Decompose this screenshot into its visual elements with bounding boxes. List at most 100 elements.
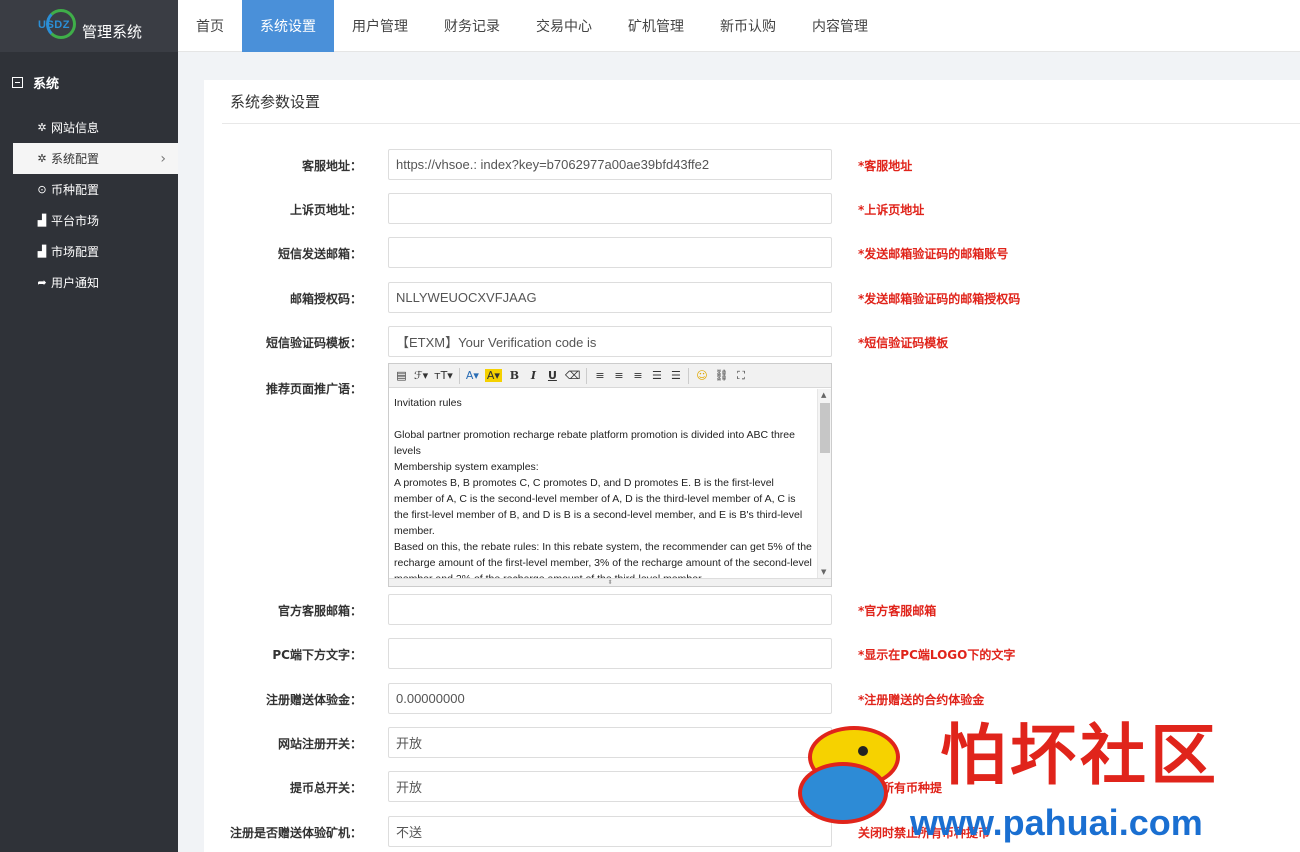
field-label: 官方客服邮箱： bbox=[277, 604, 362, 618]
font-family-icon[interactable]: ℱ▾ bbox=[414, 369, 428, 382]
bar-chart-icon: ▟ bbox=[37, 245, 47, 258]
scroll-down-icon[interactable]: ▼ bbox=[821, 568, 826, 576]
sidebar: USDZ 管理系统 系统 ✲ 网站信息 ✲ 系统配置 › ⊙ 币种配置 ▟ 平台市场 ▟… bbox=[0, 0, 178, 852]
collapse-icon bbox=[12, 76, 23, 88]
resize-handle[interactable]: ⬍ bbox=[389, 578, 831, 586]
share-icon: ➦ bbox=[37, 276, 47, 289]
align-center-icon[interactable]: ≡ bbox=[612, 369, 625, 382]
circle-dot-icon: ⊙ bbox=[37, 183, 47, 196]
align-left-icon[interactable]: ≡ bbox=[593, 369, 606, 382]
align-right-icon[interactable]: ≡ bbox=[631, 369, 644, 382]
sidebar-item-market-config[interactable]: ▟ 市场配置 bbox=[0, 236, 178, 267]
bar-chart-icon: ▟ bbox=[37, 214, 47, 227]
toolbar-divider bbox=[688, 367, 690, 384]
registration-switch-select[interactable]: 开放 bbox=[388, 727, 832, 758]
field-hint: *显示在PC端LOGO下的文字 bbox=[858, 648, 1016, 662]
editor-line: Global partner promotion recharge rebate… bbox=[394, 429, 795, 457]
field-hint: *注册赠送的合约体验金 bbox=[858, 693, 985, 707]
font-size-icon[interactable]: ᴛT▾ bbox=[434, 369, 453, 382]
field-label: 上诉页地址： bbox=[289, 203, 362, 217]
field-hint: *短信验证码模板 bbox=[858, 336, 949, 350]
toolbar-divider bbox=[458, 367, 460, 384]
editor-toolbar: ▤ ℱ▾ ᴛT▾ A▾ A▾ B I U ⌫ ≡ ≡ ≡ ☰ ☰ ☺ ⛓ ⛶ bbox=[389, 364, 831, 388]
field-label: 推荐页面推广语： bbox=[265, 382, 362, 396]
promo-text-editor[interactable]: ▤ ℱ▾ ᴛT▾ A▾ A▾ B I U ⌫ ≡ ≡ ≡ ☰ ☰ ☺ ⛓ ⛶ I… bbox=[388, 363, 832, 587]
watermark-text: 怕坏社区 bbox=[940, 717, 1220, 794]
trial-bonus-input[interactable]: 0.00000000 bbox=[388, 683, 832, 714]
field-label: 提币总开关： bbox=[289, 781, 362, 795]
bold-icon[interactable]: B bbox=[508, 369, 521, 382]
form-row-service-url: 客服地址： https://vhsoe.: index?key=b7062977… bbox=[204, 149, 1300, 181]
editor-line: A promotes B, B promotes C, C promotes D… bbox=[394, 477, 803, 537]
editor-line: Based on this, the rebate rules: In this… bbox=[394, 541, 812, 578]
field-label: 短信验证码模板： bbox=[265, 336, 362, 350]
field-label: 短信发送邮箱： bbox=[277, 247, 362, 261]
sms-template-input[interactable]: 【ETXM】Your Verification code is bbox=[388, 326, 832, 357]
sidebar-section-system[interactable]: 系统 bbox=[0, 52, 178, 112]
sender-email-input[interactable] bbox=[388, 237, 832, 268]
app-title: 管理系统 bbox=[82, 22, 143, 41]
unordered-list-icon[interactable]: ☰ bbox=[669, 369, 682, 382]
source-icon[interactable]: ▤ bbox=[395, 369, 408, 382]
editor-line bbox=[394, 411, 812, 427]
field-label: 邮箱授权码： bbox=[289, 292, 362, 306]
form-row-pc-footer-text: PC端下方文字： *显示在PC端LOGO下的文字 bbox=[204, 638, 1300, 670]
top-nav: 首页 系统设置 用户管理 财务记录 交易中心 矿机管理 新币认购 内容管理 bbox=[178, 0, 1300, 52]
sidebar-item-platform-market[interactable]: ▟ 平台市场 bbox=[0, 205, 178, 236]
sidebar-item-coin-config[interactable]: ⊙ 币种配置 bbox=[0, 174, 178, 205]
highlight-icon[interactable]: A▾ bbox=[484, 369, 502, 382]
field-hint: *上诉页地址 bbox=[858, 203, 925, 217]
editor-line: Invitation rules bbox=[394, 397, 462, 409]
tab-home[interactable]: 首页 bbox=[178, 0, 242, 52]
email-auth-code-input[interactable]: NLLYWEUOCXVFJAAG bbox=[388, 282, 832, 313]
tab-finance-records[interactable]: 财务记录 bbox=[426, 0, 518, 52]
italic-icon[interactable]: I bbox=[527, 369, 540, 382]
editor-content[interactable]: Invitation rules Global partner promotio… bbox=[389, 389, 817, 578]
field-hint: *发送邮箱验证码的邮箱账号 bbox=[858, 247, 1009, 261]
tab-trade-center[interactable]: 交易中心 bbox=[518, 0, 610, 52]
tab-system-settings[interactable]: 系统设置 bbox=[242, 0, 334, 52]
sidebar-item-system-config[interactable]: ✲ 系统配置 › bbox=[13, 143, 178, 174]
form-row-appeal-url: 上诉页地址： *上诉页地址 bbox=[204, 193, 1300, 225]
underline-icon[interactable]: U bbox=[546, 369, 559, 382]
service-url-input[interactable]: https://vhsoe.: index?key=b7062977a00ae3… bbox=[388, 149, 832, 180]
watermark: 怕坏社区 www.pahuai.com bbox=[790, 716, 1300, 852]
scroll-thumb[interactable] bbox=[820, 403, 830, 453]
eraser-icon[interactable]: ⌫ bbox=[565, 369, 581, 382]
toolbar-divider bbox=[586, 367, 588, 384]
watermark-url: www.pahuai.com bbox=[910, 802, 1203, 843]
fish-logo-icon bbox=[790, 716, 908, 836]
form-row-trial-bonus: 注册赠送体验金： 0.00000000 *注册赠送的合约体验金 bbox=[204, 683, 1300, 715]
pc-footer-text-input[interactable] bbox=[388, 638, 832, 669]
field-hint: *发送邮箱验证码的邮箱授权码 bbox=[858, 292, 1021, 306]
tab-content-management[interactable]: 内容管理 bbox=[794, 0, 886, 52]
tab-new-coin-subscription[interactable]: 新币认购 bbox=[702, 0, 794, 52]
gear-icon: ✲ bbox=[37, 152, 47, 165]
editor-line: Membership system examples: bbox=[394, 461, 539, 473]
scroll-up-icon[interactable]: ▲ bbox=[821, 391, 826, 399]
fullscreen-icon[interactable]: ⛶ bbox=[734, 369, 747, 383]
tab-user-management[interactable]: 用户管理 bbox=[334, 0, 426, 52]
gear-icon: ✲ bbox=[37, 121, 47, 134]
ordered-list-icon[interactable]: ☰ bbox=[650, 369, 663, 382]
field-hint: *客服地址 bbox=[858, 159, 913, 173]
chevron-right-icon: › bbox=[160, 150, 166, 167]
emoticon-icon[interactable]: ☺ bbox=[695, 369, 708, 382]
sidebar-item-user-notice[interactable]: ➦ 用户通知 bbox=[0, 267, 178, 298]
logo-icon: USDZ bbox=[38, 7, 78, 45]
official-email-input[interactable] bbox=[388, 594, 832, 625]
withdraw-switch-select[interactable]: 开放 bbox=[388, 771, 832, 802]
editor-scrollbar[interactable]: ▲ ▼ bbox=[817, 389, 831, 578]
trial-miner-select[interactable]: 不送 bbox=[388, 816, 832, 847]
logo[interactable]: USDZ 管理系统 bbox=[0, 0, 178, 52]
link-icon[interactable]: ⛓ bbox=[714, 369, 728, 382]
tab-miner-management[interactable]: 矿机管理 bbox=[610, 0, 702, 52]
form-row-email-auth-code: 邮箱授权码： NLLYWEUOCXVFJAAG *发送邮箱验证码的邮箱授权码 bbox=[204, 282, 1300, 314]
form-row-sms-template: 短信验证码模板： 【ETXM】Your Verification code is… bbox=[204, 326, 1300, 358]
field-label: 注册赠送体验金： bbox=[265, 693, 362, 707]
appeal-url-input[interactable] bbox=[388, 193, 832, 224]
field-hint: *官方客服邮箱 bbox=[858, 604, 937, 618]
font-color-icon[interactable]: A▾ bbox=[466, 369, 479, 382]
form-row-official-email: 官方客服邮箱： *官方客服邮箱 bbox=[204, 594, 1300, 626]
sidebar-item-site-info[interactable]: ✲ 网站信息 bbox=[0, 112, 178, 143]
